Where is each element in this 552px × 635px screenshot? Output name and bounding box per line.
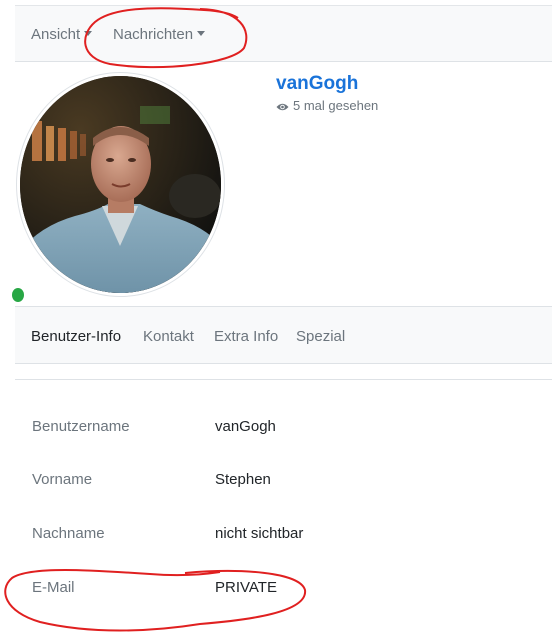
info-row-email: E-Mail PRIVATE bbox=[32, 579, 532, 599]
online-status-dot bbox=[12, 288, 24, 302]
info-label: Vorname bbox=[32, 471, 93, 488]
tab-spezial[interactable]: Spezial bbox=[296, 328, 345, 345]
avatar bbox=[20, 76, 221, 293]
views-count-text: 5 mal gesehen bbox=[293, 98, 379, 113]
info-row-nachname: Nachname nicht sichtbar bbox=[32, 525, 532, 545]
caret-down-icon bbox=[84, 31, 93, 36]
section-divider bbox=[15, 379, 552, 380]
info-value: nicht sichtbar bbox=[215, 525, 304, 542]
info-value: vanGogh bbox=[215, 418, 276, 435]
info-label: Nachname bbox=[32, 525, 105, 542]
tab-kontakt[interactable]: Kontakt bbox=[143, 328, 194, 345]
nav-label-nachrichten: Nachrichten bbox=[113, 26, 194, 43]
tab-benutzer-info[interactable]: Benutzer-Info bbox=[31, 328, 121, 345]
info-label: E-Mail bbox=[32, 579, 75, 596]
profile-views: 5 mal gesehen bbox=[276, 98, 378, 113]
caret-down-icon bbox=[197, 31, 206, 36]
avatar-photo bbox=[20, 76, 221, 293]
info-row-benutzername: Benutzername vanGogh bbox=[32, 418, 532, 438]
nav-dropdown-nachrichten[interactable]: Nachrichten bbox=[113, 26, 206, 43]
top-navbar: Ansicht Nachrichten bbox=[15, 5, 552, 62]
nav-label-ansicht: Ansicht bbox=[31, 26, 81, 43]
info-value: PRIVATE bbox=[215, 579, 277, 596]
info-value: Stephen bbox=[215, 471, 271, 488]
tab-extra-info[interactable]: Extra Info bbox=[214, 328, 278, 345]
eye-icon bbox=[276, 103, 289, 111]
nav-dropdown-ansicht[interactable]: Ansicht bbox=[31, 26, 93, 43]
profile-tabs: Benutzer-Info Kontakt Extra Info Spezial bbox=[15, 306, 552, 364]
info-row-vorname: Vorname Stephen bbox=[32, 471, 532, 491]
info-label: Benutzername bbox=[32, 418, 130, 435]
profile-username[interactable]: vanGogh bbox=[276, 73, 358, 95]
